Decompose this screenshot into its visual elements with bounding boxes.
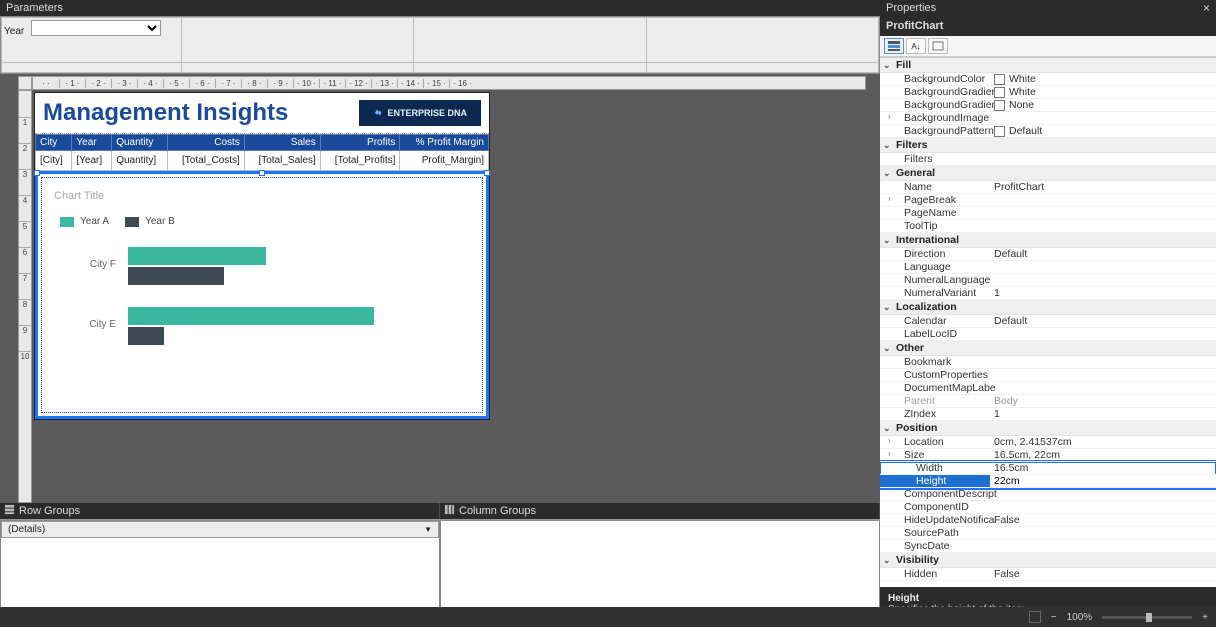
properties-toolbar: A↓	[880, 36, 1216, 57]
statusbar-icon[interactable]	[1029, 611, 1041, 623]
report-title[interactable]: Management Insights	[43, 99, 288, 127]
prop-labellocid[interactable]: LabelLocID	[880, 328, 1216, 341]
prop-backgroundimage[interactable]: ›BackgroundImage	[880, 112, 1216, 125]
prop-filters[interactable]: Filters	[880, 153, 1216, 166]
row-groups-header: Row Groups	[0, 503, 440, 519]
prop-componentdescription[interactable]: ComponentDescript	[880, 488, 1216, 501]
prop-category-general[interactable]: ⌄General	[880, 166, 1216, 181]
prop-category-localization[interactable]: ⌄Localization	[880, 300, 1216, 315]
prop-category-fill[interactable]: ⌄Fill	[880, 58, 1216, 73]
prop-category-filters[interactable]: ⌄Filters	[880, 138, 1216, 153]
prop-width[interactable]: Width16.5cm	[880, 462, 1216, 475]
prop-zindex[interactable]: ZIndex1	[880, 408, 1216, 421]
prop-category-international[interactable]: ⌄International	[880, 233, 1216, 248]
param-year-select[interactable]	[31, 20, 161, 36]
row-groups-icon	[4, 504, 15, 518]
prop-location[interactable]: ›Location0cm, 2.41537cm	[880, 436, 1216, 449]
profit-chart-selected[interactable]: Chart Title Year A Year B City FCity E	[35, 171, 489, 419]
prop-numeralvariant[interactable]: NumeralVariant1	[880, 287, 1216, 300]
prop-category-other[interactable]: ⌄Other	[880, 341, 1216, 356]
prop-tooltip[interactable]: ToolTip	[880, 220, 1216, 233]
parameters-area: Year	[0, 16, 880, 74]
prop-category-position[interactable]: ⌄Position	[880, 421, 1216, 436]
zoom-in-button[interactable]: +	[1202, 612, 1208, 623]
row-group-details[interactable]: (Details) ▼	[1, 521, 439, 538]
enterprise-dna-logo: ENTERPRISE DNA	[359, 100, 481, 126]
alphabetical-view-button[interactable]: A↓	[906, 38, 926, 54]
properties-selected-object[interactable]: ProfitChart	[880, 16, 1216, 36]
prop-backgroundpattern[interactable]: BackgroundPatternDefault	[880, 125, 1216, 138]
property-pages-button[interactable]	[928, 38, 948, 54]
prop-numerallanguage[interactable]: NumeralLanguage	[880, 274, 1216, 287]
prop-hidden[interactable]: HiddenFalse	[880, 568, 1216, 581]
chart-plot-area[interactable]: City FCity E	[60, 247, 474, 377]
ruler-vertical: 12345678910	[18, 90, 32, 503]
close-icon[interactable]: ×	[1203, 1, 1210, 15]
prop-bookmark[interactable]: Bookmark	[880, 356, 1216, 369]
chevron-down-icon[interactable]: ▼	[424, 525, 432, 534]
prop-parent[interactable]: ParentBody	[880, 395, 1216, 408]
zoom-slider[interactable]	[1102, 616, 1192, 619]
prop-pagebreak[interactable]: ›PageBreak	[880, 194, 1216, 207]
prop-backgroundgradienttype[interactable]: BackgroundGradierNone	[880, 99, 1216, 112]
prop-size[interactable]: ›Size16.5cm, 22cm	[880, 449, 1216, 462]
parameters-panel-header: Parameters	[0, 0, 880, 16]
properties-grid[interactable]: ⌄FillBackgroundColorWhiteBackgroundGradi…	[880, 57, 1216, 587]
categorized-view-button[interactable]	[884, 38, 904, 54]
prop-category-visibility[interactable]: ⌄Visibility	[880, 553, 1216, 568]
report-canvas[interactable]: Management Insights ENTERPRISE DNA CityY…	[34, 92, 490, 420]
prop-backgroundcolor[interactable]: BackgroundColorWhite	[880, 73, 1216, 86]
prop-documentmaplabel[interactable]: DocumentMapLabe	[880, 382, 1216, 395]
zoom-out-button[interactable]: −	[1051, 612, 1057, 623]
report-table[interactable]: CityYearQuantityCostsSalesProfits% Profi…	[35, 134, 489, 171]
prop-height[interactable]: Height	[880, 475, 1216, 488]
column-groups-icon	[444, 504, 455, 518]
report-title-row: Management Insights ENTERPRISE DNA	[35, 93, 489, 134]
zoom-level[interactable]: 100%	[1067, 612, 1093, 623]
parameters-title: Parameters	[6, 2, 63, 14]
column-groups-header: Column Groups	[440, 503, 880, 519]
prop-syncdate[interactable]: SyncDate	[880, 540, 1216, 553]
prop-direction[interactable]: DirectionDefault	[880, 248, 1216, 261]
properties-title: Properties	[886, 2, 936, 14]
param-year-label: Year	[4, 26, 24, 37]
prop-pagename[interactable]: PageName	[880, 207, 1216, 220]
prop-customproperties[interactable]: CustomProperties	[880, 369, 1216, 382]
prop-calendar[interactable]: CalendarDefault	[880, 315, 1216, 328]
prop-name[interactable]: NameProfitChart	[880, 181, 1216, 194]
chart-legend[interactable]: Year A Year B	[60, 216, 474, 227]
prop-language[interactable]: Language	[880, 261, 1216, 274]
prop-componentid[interactable]: ComponentID	[880, 501, 1216, 514]
ruler-horizontal: · ·· 1 ·· 2 ·· 3 ·· 4 ·· 5 ·· 6 ·· 7 ·· …	[32, 76, 866, 90]
prop-hideupdatenotifications[interactable]: HideUpdateNotificaFalse	[880, 514, 1216, 527]
prop-sourcepath[interactable]: SourcePath	[880, 527, 1216, 540]
status-bar: − 100% +	[0, 607, 1216, 627]
prop-backgroundgradientendcolor[interactable]: BackgroundGradierWhite	[880, 86, 1216, 99]
chart-title-placeholder[interactable]: Chart Title	[54, 190, 474, 202]
properties-panel-header: Properties ×	[880, 0, 1216, 16]
report-designer-surface[interactable]: · ·· 1 ·· 2 ·· 3 ·· 4 ·· 5 ·· 6 ·· 7 ·· …	[0, 74, 880, 503]
